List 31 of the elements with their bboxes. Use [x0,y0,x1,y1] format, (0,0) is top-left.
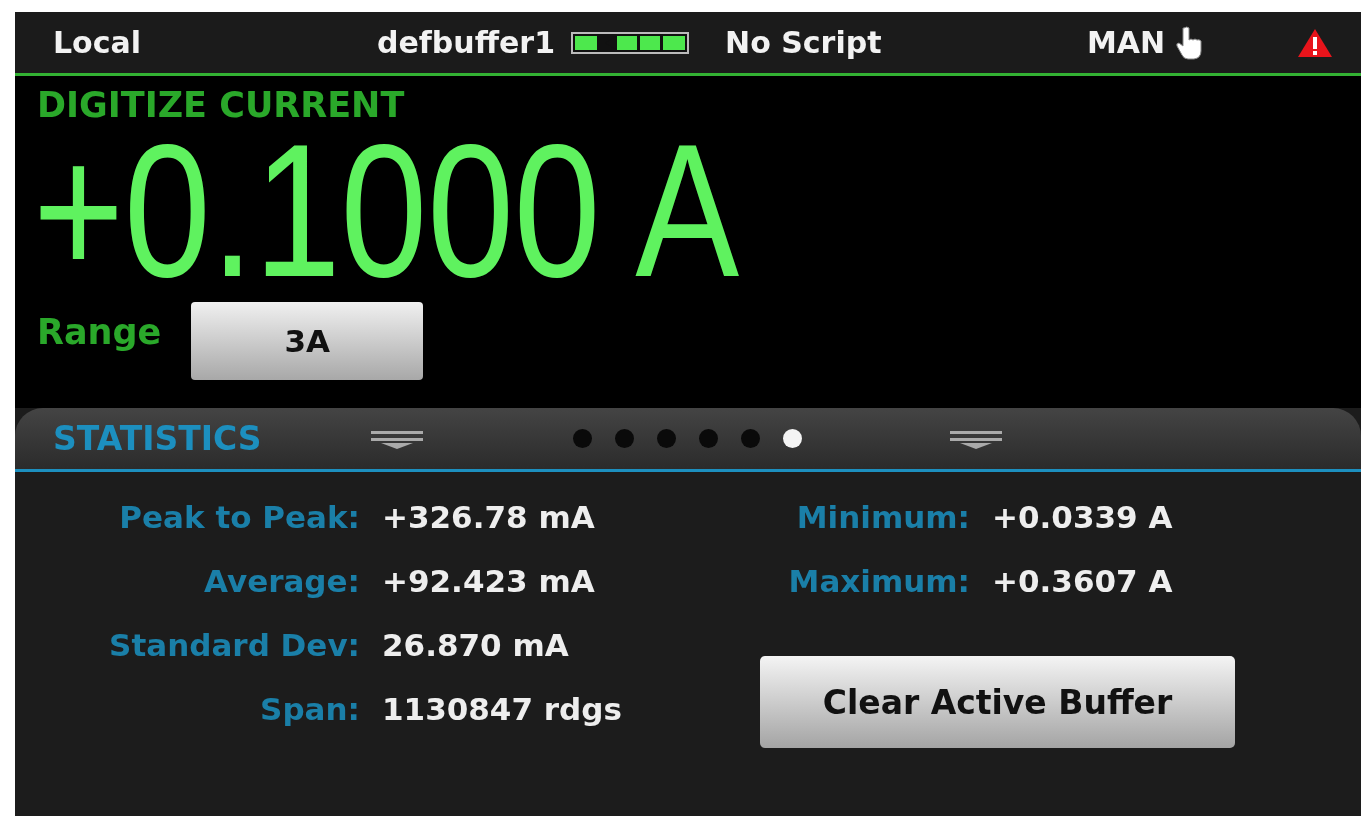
mode-label[interactable]: Local [53,25,377,60]
stat-label: Peak to Peak: [118,498,360,537]
range-label: Range [37,312,162,352]
buffer-name[interactable]: defbuffer1 [377,25,556,60]
stat-label: Minimum: [795,498,970,537]
measurement-reading: +0.1000 A [33,124,740,296]
range-button[interactable]: 3A [191,302,424,380]
page-dot[interactable] [699,429,718,448]
warning-icon[interactable] [1297,27,1333,58]
stat-value: +0.3607 A [992,562,1174,601]
stat-label: Average: [203,562,360,601]
stat-value: +0.0339 A [992,498,1174,537]
page-dot[interactable] [657,429,676,448]
stat-label: Maximum: [787,562,970,601]
stat-value: +92.423 mA [382,562,596,601]
trigger-mode[interactable]: MAN [1087,25,1166,60]
stat-value: 26.870 mA [382,626,570,665]
page-dot[interactable] [783,429,802,448]
stat-value: +326.78 mA [382,498,596,537]
stat-label: Span: [259,690,360,729]
clear-buffer-button[interactable]: Clear Active Buffer [760,656,1235,748]
page-dot[interactable] [615,429,634,448]
stat-value: 1130847 rdgs [382,690,622,729]
buffer-gauge-icon [571,31,690,54]
swipe-handle-icon[interactable] [950,428,1002,449]
function-label[interactable]: DIGITIZE CURRENT [37,86,1361,124]
page-dot[interactable] [741,429,760,448]
page-dot[interactable] [573,429,592,448]
script-name[interactable]: No Script [725,25,882,60]
swipe-handle-icon[interactable] [371,428,423,449]
stat-label: Standard Dev: [108,626,360,665]
